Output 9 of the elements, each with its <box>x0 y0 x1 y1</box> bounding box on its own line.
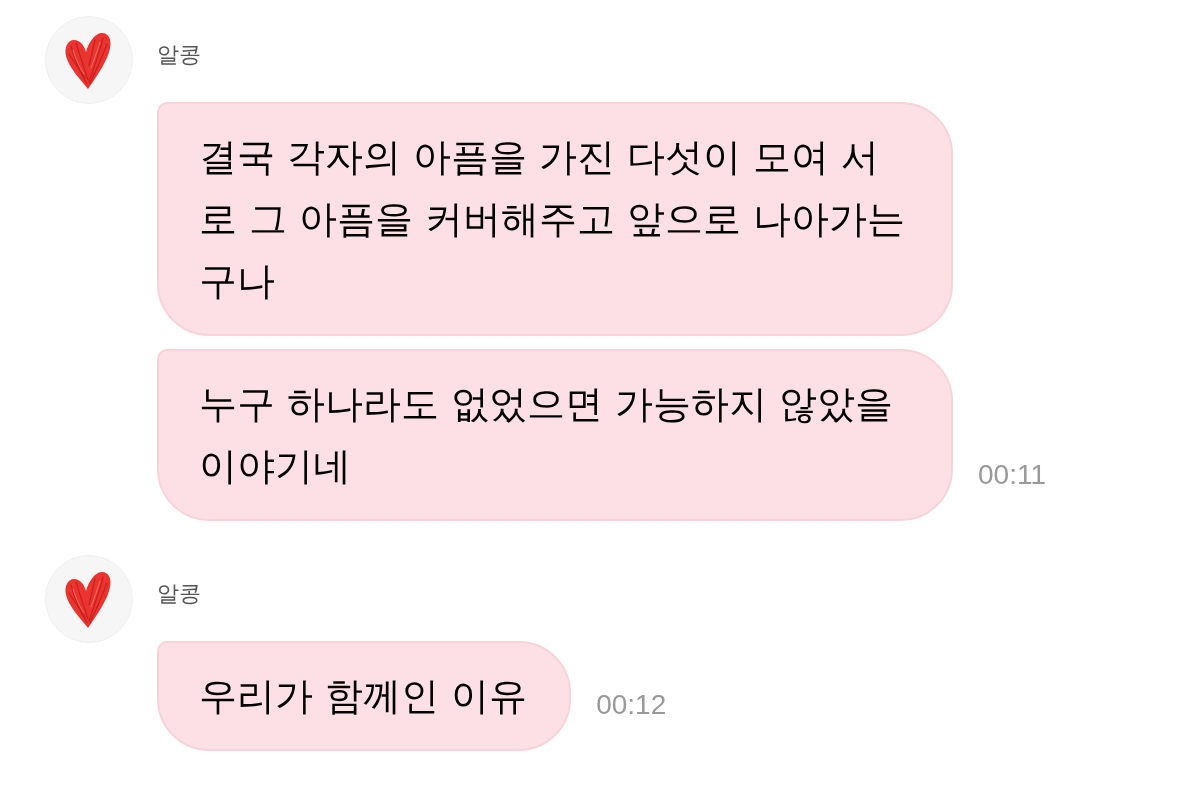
heart-avatar-icon[interactable] <box>45 555 133 643</box>
heart-avatar-icon[interactable] <box>45 16 133 104</box>
message-bubble: 누구 하나라도 없었으면 가능하지 않았을 이야기네 <box>157 349 953 521</box>
message-bubble: 우리가 함께인 이유 <box>157 641 572 751</box>
sender-name: 알콩 <box>157 41 201 69</box>
message-bubble: 결국 각자의 아픔을 가진 다섯이 모여 서로 그 아픔을 커버해주고 앞으로 나아가는구나 <box>157 102 953 336</box>
message-time: 00:12 <box>596 689 667 721</box>
message-time: 00:11 <box>978 459 1046 491</box>
sender-name: 알콩 <box>157 580 201 608</box>
